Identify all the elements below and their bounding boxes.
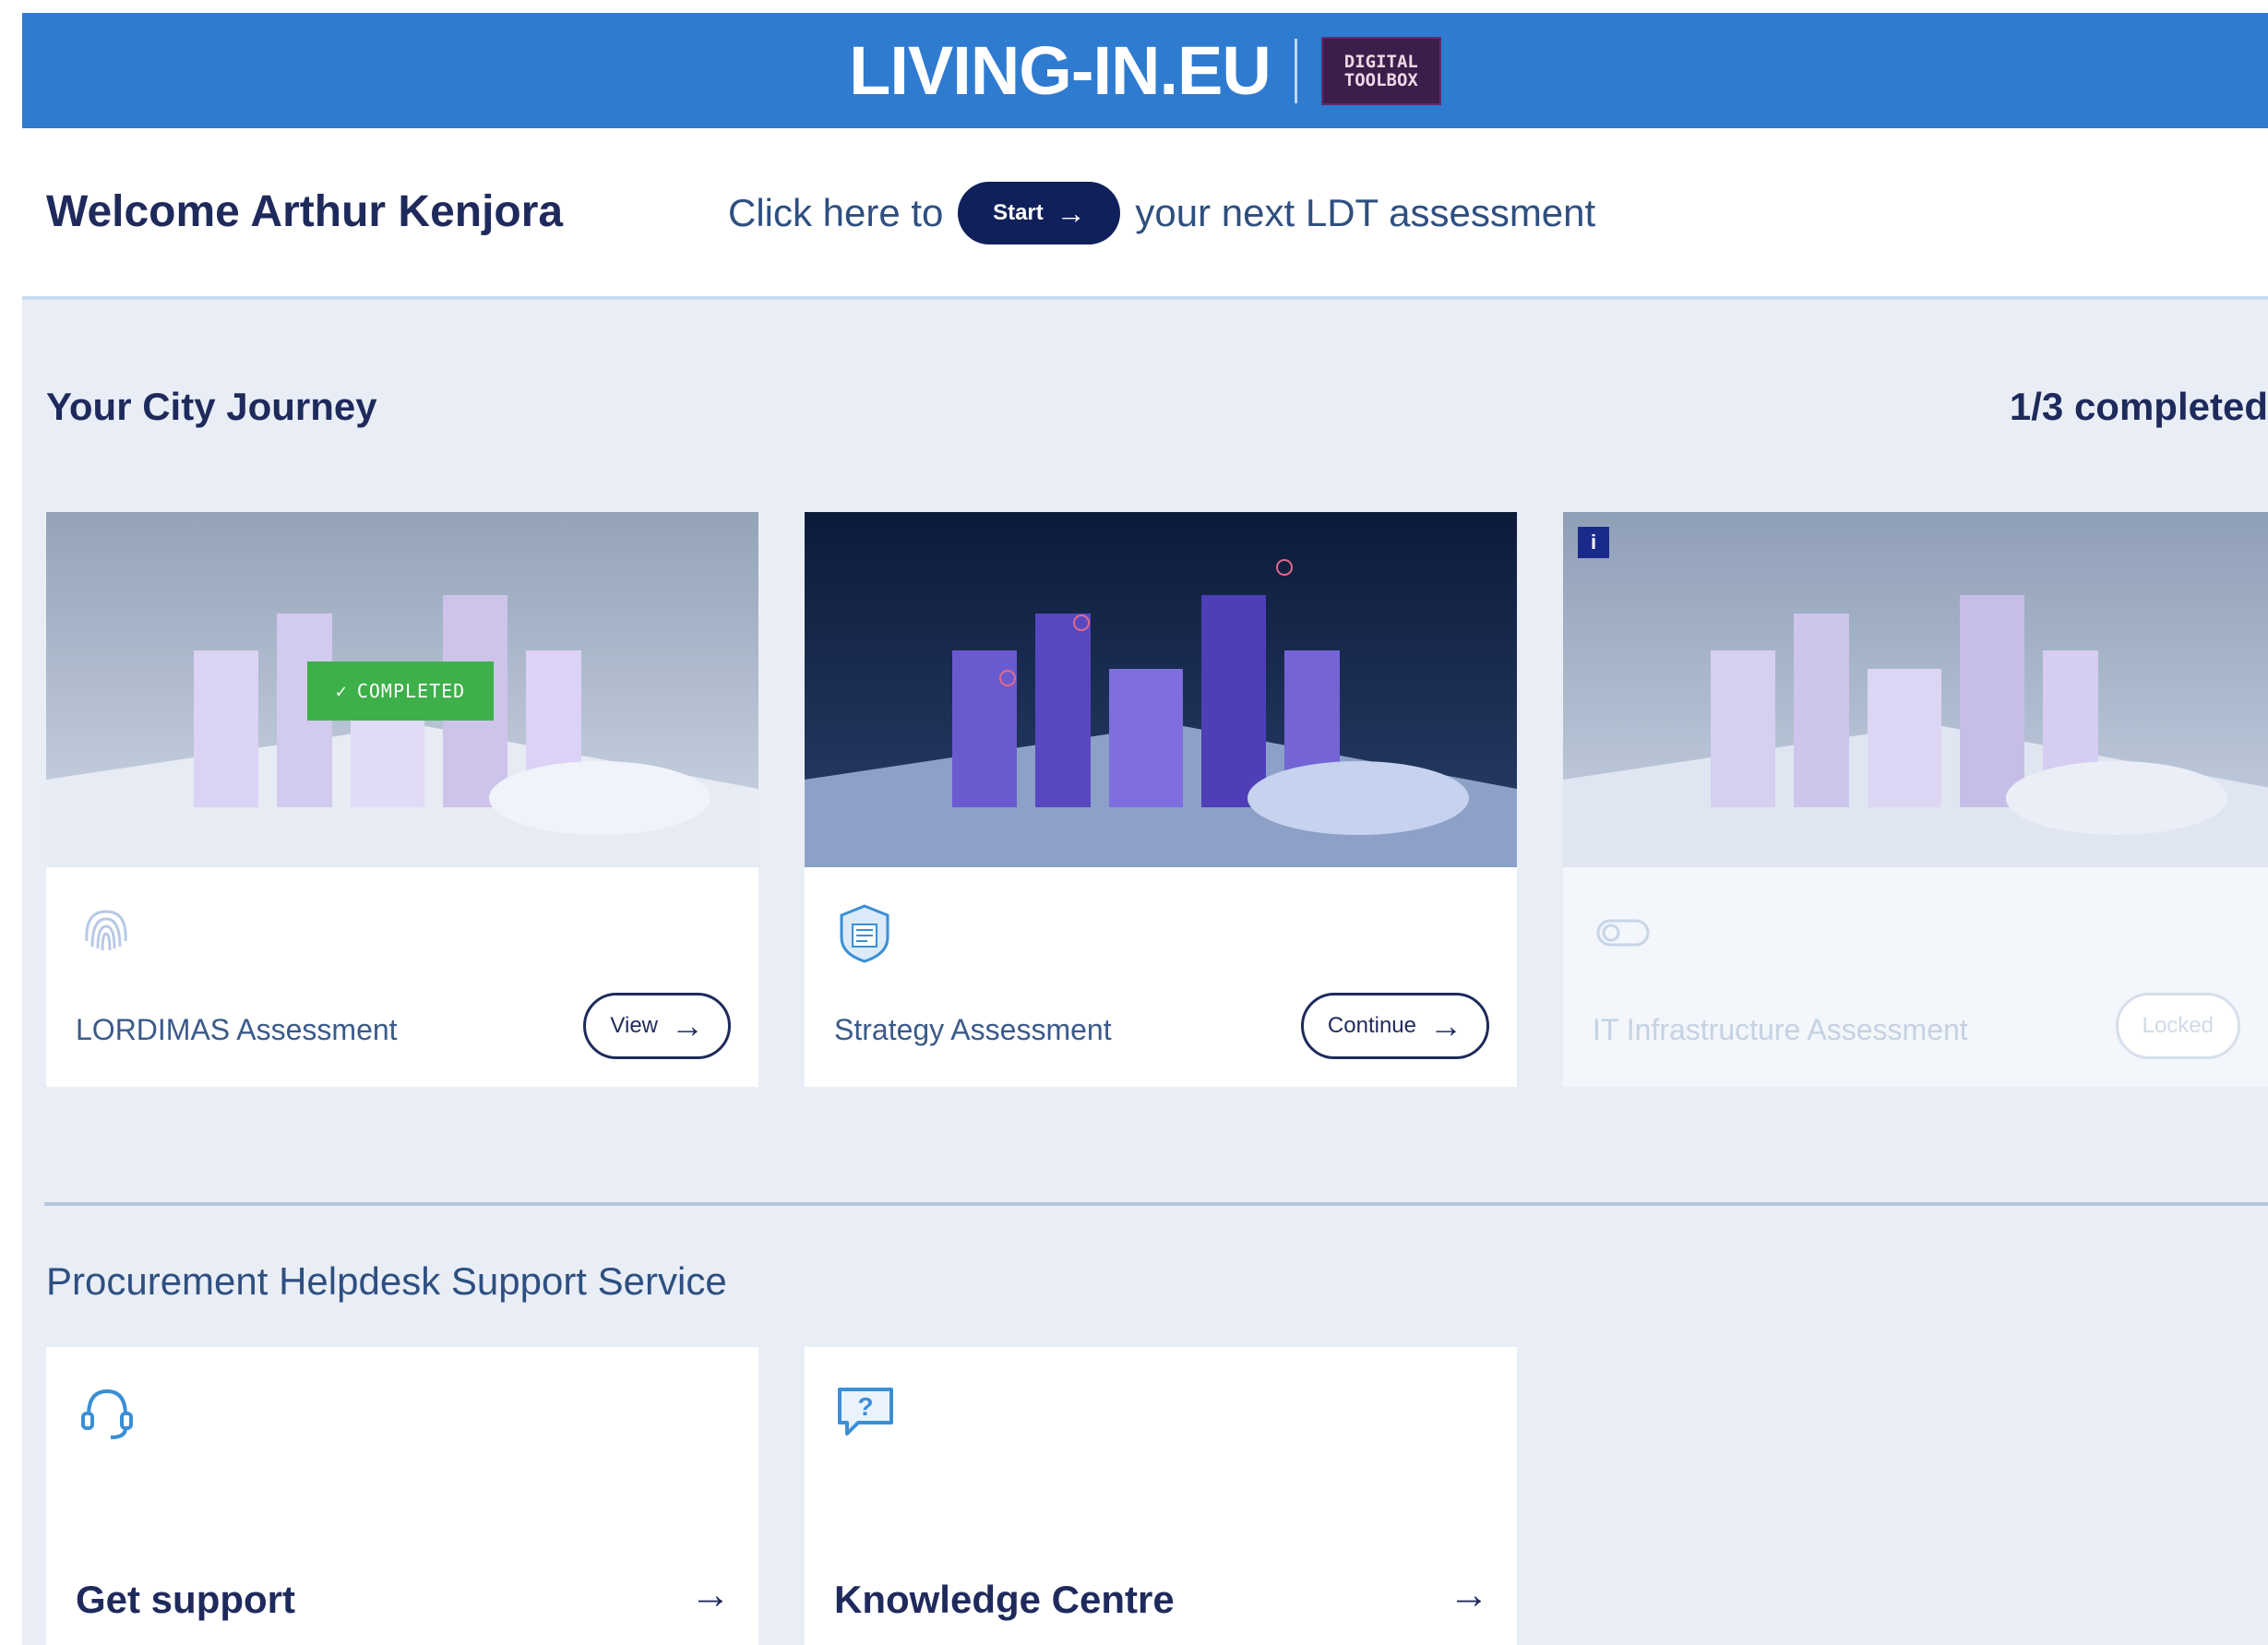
check-icon: ✓ [335, 680, 348, 702]
arrow-right-icon: → [671, 1007, 704, 1044]
assessment-card-lordimas[interactable]: ✓ COMPLETED LORDIMAS Assessment View → [46, 512, 758, 1087]
fingerprint-icon [85, 910, 127, 951]
journey-progress: 1/3 completed [2009, 385, 2268, 428]
arrow-right-icon: → [1429, 1007, 1462, 1044]
card-title: LORDIMAS Assessment [76, 1013, 398, 1046]
start-button-label: Start [993, 200, 1044, 225]
arrow-right-icon: → [1056, 196, 1086, 230]
view-button[interactable]: View → [583, 993, 731, 1059]
city-illustration [805, 512, 1517, 867]
svg-text:?: ? [857, 1392, 873, 1421]
brand-logo-text[interactable]: LIVING-IN.EU [849, 31, 1271, 110]
badge-line-2: TOOLBOX [1343, 69, 1418, 90]
card-title: IT Infrastructure Assessment [1593, 1013, 1968, 1046]
cta-prefix: Click here to [728, 191, 944, 234]
shield-document-icon [840, 904, 889, 963]
headset-icon [81, 1389, 133, 1439]
locked-button-label: Locked [2142, 1013, 2214, 1038]
helpdesk-title: Procurement Helpdesk Support Service [46, 1259, 727, 1303]
page: LIVING-IN.EU DIGITAL TOOLBOX Welcome Art… [0, 0, 2268, 1645]
toggle-icon [1596, 919, 1650, 947]
card-title: Strategy Assessment [834, 1013, 1112, 1046]
knowledge-centre-card[interactable]: ? Knowledge Centre → [805, 1347, 1517, 1645]
card-body: IT Infrastructure Assessment Locked [1563, 867, 2268, 1087]
welcome-greeting: Welcome Arthur Kenjora [46, 187, 564, 236]
assessment-card-strategy[interactable]: Strategy Assessment Continue → [805, 512, 1517, 1087]
welcome-bar: Welcome Arthur Kenjora Click here to Sta… [22, 129, 2268, 300]
city-journey-section: Your City Journey 1/3 completed ✓ COMPLE… [22, 300, 2268, 1645]
info-icon[interactable]: i [1578, 527, 1609, 558]
section-divider [44, 1202, 2268, 1206]
cta-suffix: your next LDT assessment [1135, 191, 1596, 234]
locked-button: Locked [2115, 993, 2240, 1059]
arrow-right-icon[interactable]: → [1449, 1572, 1489, 1618]
assessment-card-it-infrastructure: i IT Infrastructure Assessment Locked [1563, 512, 2268, 1087]
start-assessment-prompt: Click here to Start → your next LDT asse… [728, 181, 1595, 245]
question-bubble-icon: ? [838, 1388, 893, 1436]
brand-divider [1294, 38, 1297, 103]
get-support-card[interactable]: Get support → [46, 1347, 758, 1645]
continue-button[interactable]: Continue → [1300, 993, 1489, 1059]
arrow-right-icon[interactable]: → [690, 1572, 731, 1618]
continue-button-label: Continue [1327, 1013, 1416, 1038]
top-banner: LIVING-IN.EU DIGITAL TOOLBOX [22, 13, 2268, 128]
card-body: Strategy Assessment Continue → [805, 867, 1517, 1087]
completed-badge: ✓ COMPLETED [307, 662, 494, 721]
completed-badge-label: COMPLETED [356, 680, 466, 702]
knowledge-centre-label: Knowledge Centre [834, 1578, 1175, 1621]
card-body: LORDIMAS Assessment View → [46, 867, 758, 1087]
city-illustration [1563, 512, 2268, 867]
view-button-label: View [610, 1013, 658, 1038]
start-button[interactable]: Start → [958, 182, 1121, 244]
section-title: Your City Journey [46, 385, 377, 428]
badge-line-1: DIGITAL [1343, 51, 1418, 72]
get-support-label: Get support [76, 1578, 295, 1621]
digital-toolbox-logo[interactable]: DIGITAL TOOLBOX [1320, 36, 1441, 105]
